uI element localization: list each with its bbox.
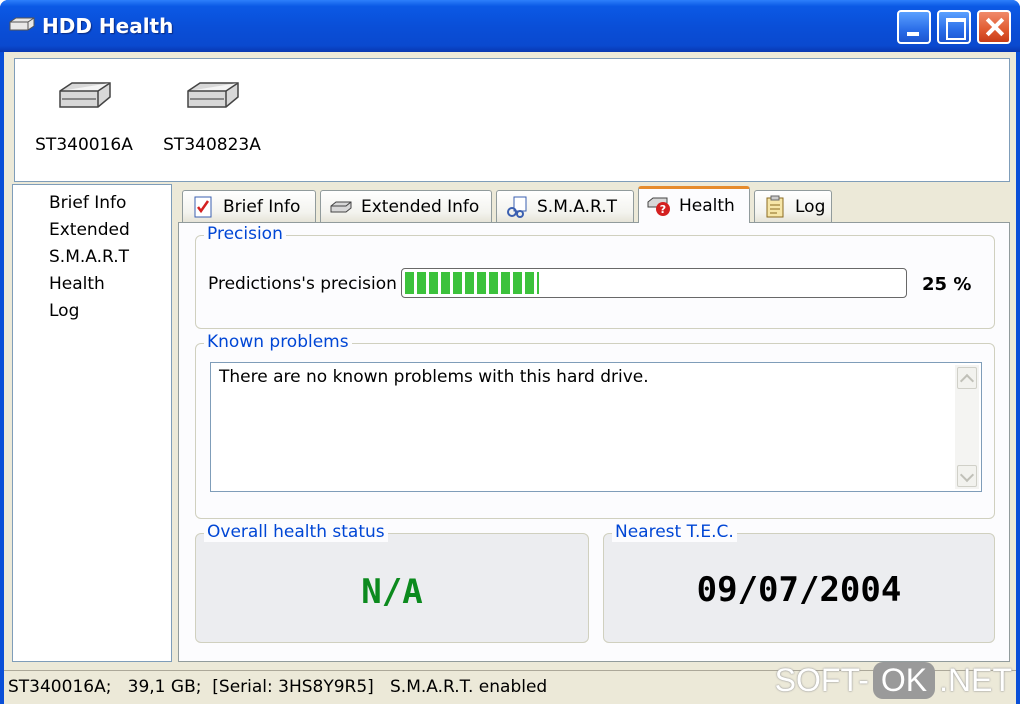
scroll-up-button[interactable]	[957, 367, 977, 389]
nearest-tec-group: Nearest T.E.C. 09/07/2004	[603, 522, 995, 643]
sidebar-item-health[interactable]: Health	[49, 274, 105, 294]
watermark-right: .NET	[939, 661, 1012, 698]
sidebar-nav: Brief Info Extended S.M.A.R.T Health Log	[12, 184, 172, 662]
hard-drive-icon	[187, 82, 239, 108]
drive-item-st340823a[interactable]: ST340823A	[157, 75, 267, 155]
watermark: SOFT- OK .NET	[775, 660, 1012, 700]
scroll-down-button[interactable]	[957, 465, 977, 487]
tab-label: Log	[795, 196, 826, 217]
drive-label: ST340823A	[163, 135, 261, 155]
client-area: ST340016A ST340823A Brief Info Extended …	[4, 52, 1016, 704]
title-bar[interactable]: HDD Health	[0, 0, 1020, 52]
health-warning-icon: ?	[647, 197, 670, 216]
hard-drive-icon	[330, 201, 352, 212]
group-label: Known problems	[204, 332, 352, 352]
minimize-button[interactable]	[897, 10, 931, 44]
window-title: HDD Health	[42, 14, 174, 38]
app-window: HDD Health ST340016A ST340823A Brief Inf…	[0, 0, 1020, 704]
precision-progress-bar	[401, 268, 907, 298]
group-label: Nearest T.E.C.	[612, 522, 737, 542]
drive-item-st340016a[interactable]: ST340016A	[29, 75, 139, 155]
watermark-mid: OK	[872, 661, 936, 699]
smart-tools-icon	[507, 196, 527, 218]
watermark-left: SOFT-	[774, 661, 869, 698]
tab-smart[interactable]: S.M.A.R.T	[496, 190, 634, 222]
vertical-scrollbar[interactable]	[955, 365, 979, 489]
precision-value: 25 %	[922, 274, 972, 295]
tab-label: S.M.A.R.T	[537, 196, 617, 217]
known-problems-group: Known problems There are no known proble…	[195, 332, 995, 519]
sidebar-item-log[interactable]: Log	[49, 301, 79, 321]
drive-list: ST340016A ST340823A	[14, 58, 1010, 182]
tab-extended-info[interactable]: Extended Info	[320, 190, 492, 222]
checklist-icon	[194, 196, 212, 217]
svg-text:?: ?	[660, 203, 666, 216]
tab-label: Brief Info	[223, 196, 301, 217]
nearest-tec-value: 09/07/2004	[696, 570, 902, 610]
drive-label: ST340016A	[35, 135, 133, 155]
maximize-button[interactable]	[937, 10, 971, 44]
precision-group: Precision Predictions's precision 25 %	[195, 224, 995, 329]
close-button[interactable]	[977, 10, 1011, 44]
precision-label: Predictions's precision	[208, 274, 397, 294]
hard-drive-icon	[59, 82, 111, 108]
sidebar-item-extended[interactable]: Extended	[49, 220, 130, 240]
log-icon	[766, 195, 784, 217]
tab-brief-info[interactable]: Brief Info	[182, 190, 316, 222]
progress-fill	[405, 272, 540, 294]
sidebar-item-brief-info[interactable]: Brief Info	[49, 193, 126, 213]
tab-label: Extended Info	[361, 196, 480, 217]
sidebar-item-smart[interactable]: S.M.A.R.T	[49, 247, 129, 267]
group-label: Precision	[204, 224, 286, 244]
tab-label: Health	[679, 196, 735, 216]
overall-health-value: N/A	[361, 572, 423, 612]
health-tab-panel: Precision Predictions's precision 25 % K…	[178, 222, 1010, 662]
hard-drive-icon	[9, 17, 35, 31]
tab-health[interactable]: ? Health	[638, 186, 750, 223]
known-problems-text: There are no known problems with this ha…	[219, 367, 649, 387]
overall-health-group: Overall health status N/A	[195, 522, 589, 643]
group-label: Overall health status	[204, 522, 388, 542]
known-problems-textbox[interactable]: There are no known problems with this ha…	[210, 362, 982, 492]
status-bar-text: ST340016A; 39,1 GB; [Serial: 3HS8Y9R5] S…	[8, 677, 548, 697]
tab-log[interactable]: Log	[754, 190, 832, 222]
tab-strip: Brief Info Extended Info S.M.A.R.T ? Hea…	[178, 186, 1012, 223]
